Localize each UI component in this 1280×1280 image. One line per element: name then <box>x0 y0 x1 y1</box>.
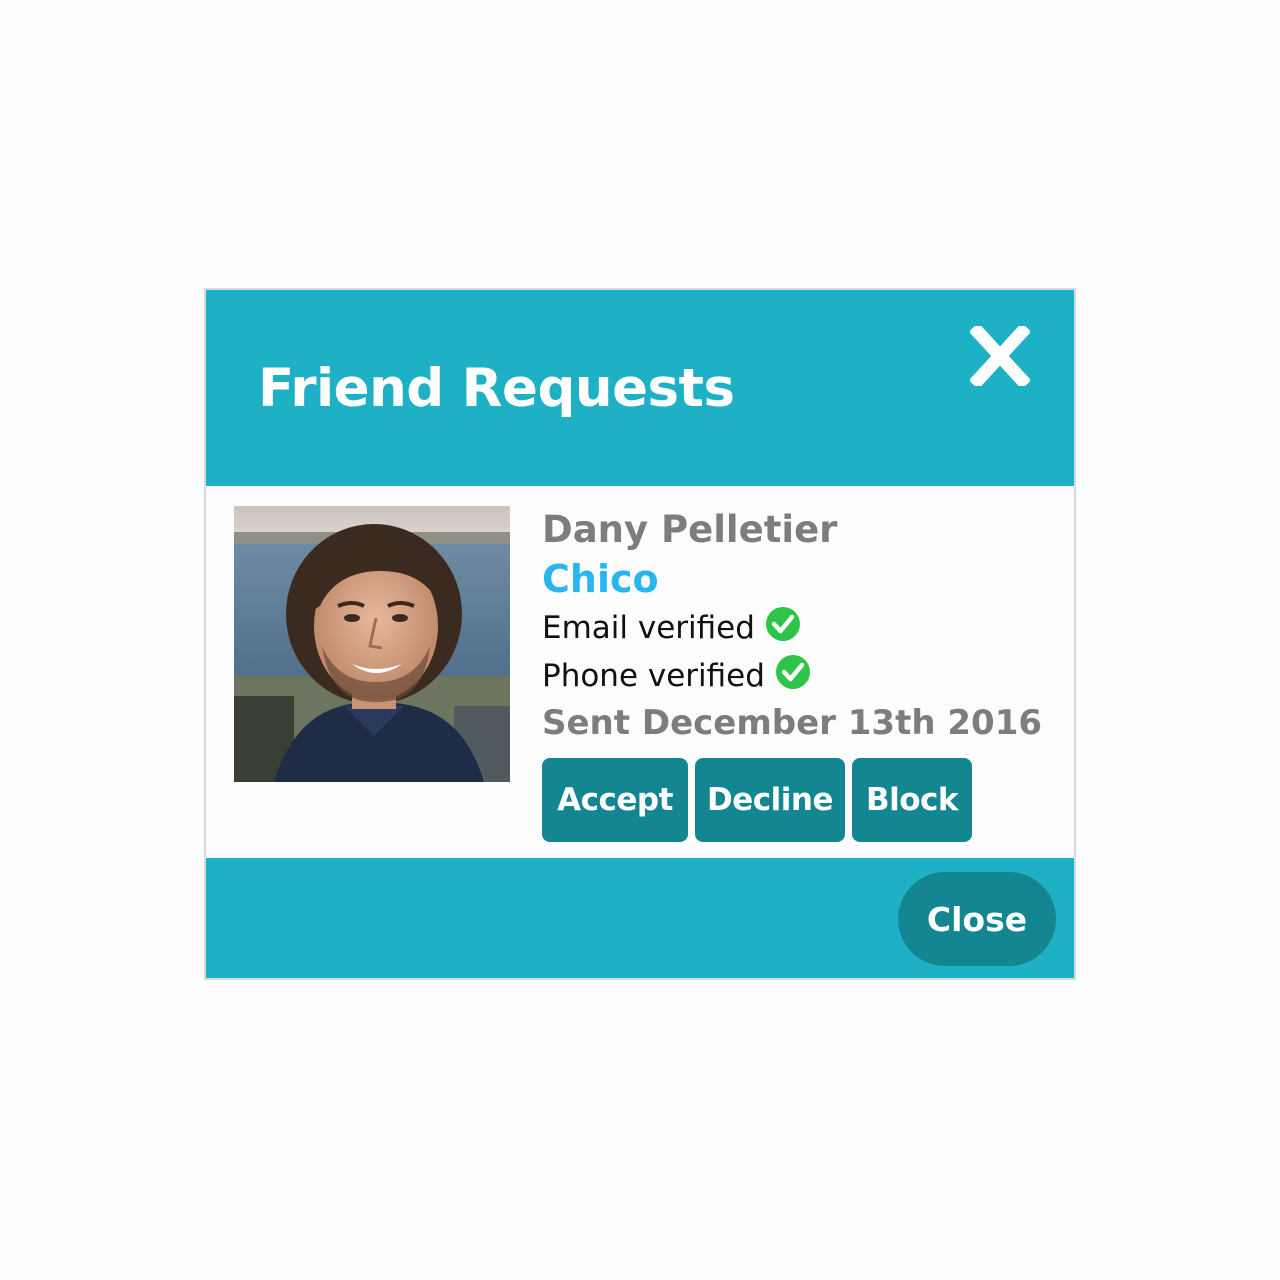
phone-verified-row: Phone verified <box>542 652 1062 700</box>
modal-title: Friend Requests <box>258 358 735 419</box>
accept-button[interactable]: Accept <box>542 758 688 842</box>
requester-username[interactable]: Chico <box>542 554 1062 604</box>
friend-requests-modal: Friend Requests Dany Pelletier Chico Ema… <box>204 288 1076 980</box>
request-actions: Accept Decline Block <box>542 758 1062 842</box>
close-button[interactable]: Close <box>898 872 1056 966</box>
email-verified-row: Email verified <box>542 604 1062 652</box>
request-card: Dany Pelletier Chico Email verified Phon… <box>206 486 1074 858</box>
check-circle-icon <box>765 606 801 642</box>
modal-footer: Close <box>206 858 1074 978</box>
request-info: Dany Pelletier Chico Email verified Phon… <box>542 506 1062 842</box>
phone-verified-label: Phone verified <box>542 658 765 694</box>
close-x-icon[interactable] <box>970 326 1030 386</box>
requester-name: Dany Pelletier <box>542 508 838 551</box>
check-circle-icon <box>775 654 811 690</box>
profile-photo <box>234 506 510 782</box>
sent-date: Sent December 13th 2016 <box>542 703 1043 743</box>
modal-header: Friend Requests <box>206 290 1074 486</box>
block-button[interactable]: Block <box>852 758 972 842</box>
email-verified-label: Email verified <box>542 610 755 646</box>
decline-button[interactable]: Decline <box>695 758 845 842</box>
